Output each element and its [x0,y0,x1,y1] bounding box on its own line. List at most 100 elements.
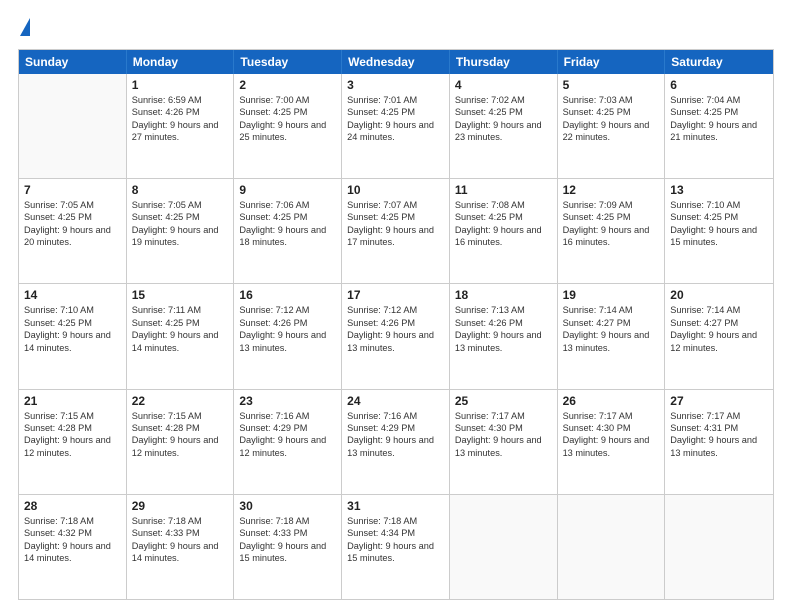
calendar-cell-r2c0: 14Sunrise: 7:10 AMSunset: 4:25 PMDayligh… [19,284,127,388]
cell-info-line: Sunset: 4:30 PM [563,422,660,434]
cell-info-line: Sunrise: 7:12 AM [239,304,336,316]
day-number: 9 [239,183,336,197]
cell-info-line: Daylight: 9 hours and 25 minutes. [239,119,336,144]
cell-info-line: Sunrise: 7:10 AM [670,199,768,211]
cell-info-line: Sunrise: 7:12 AM [347,304,444,316]
calendar-cell-r1c6: 13Sunrise: 7:10 AMSunset: 4:25 PMDayligh… [665,179,773,283]
cell-info-line: Sunset: 4:26 PM [132,106,229,118]
day-number: 30 [239,499,336,513]
cell-info-line: Sunrise: 7:18 AM [132,515,229,527]
day-number: 6 [670,78,768,92]
cell-info-line: Sunset: 4:25 PM [24,317,121,329]
header-cell-wednesday: Wednesday [342,50,450,74]
cell-info-line: Sunrise: 6:59 AM [132,94,229,106]
cell-info-line: Daylight: 9 hours and 16 minutes. [455,224,552,249]
calendar-cell-r4c4 [450,495,558,599]
calendar: SundayMondayTuesdayWednesdayThursdayFrid… [18,49,774,600]
calendar-cell-r0c0 [19,74,127,178]
day-number: 4 [455,78,552,92]
calendar-cell-r0c1: 1 Sunrise: 6:59 AMSunset: 4:26 PMDaylight… [127,74,235,178]
day-number: 31 [347,499,444,513]
calendar-cell-r0c4: 4Sunrise: 7:02 AMSunset: 4:25 PMDaylight… [450,74,558,178]
cell-info-line: Sunrise: 7:07 AM [347,199,444,211]
calendar-row-3: 21Sunrise: 7:15 AMSunset: 4:28 PMDayligh… [19,390,773,495]
cell-info-line: Sunrise: 7:16 AM [239,410,336,422]
day-number: 26 [563,394,660,408]
cell-info-line: Sunrise: 7:04 AM [670,94,768,106]
cell-info-line: Sunset: 4:25 PM [239,106,336,118]
calendar-body: 1Sunrise: 6:59 AMSunset: 4:26 PMDaylight… [19,74,773,599]
header-cell-saturday: Saturday [665,50,773,74]
cell-info-line: Sunrise: 7:14 AM [670,304,768,316]
cell-info-line: Sunrise: 7:18 AM [239,515,336,527]
cell-info-line: Sunset: 4:26 PM [347,317,444,329]
calendar-row-1: 7Sunrise: 7:05 AMSunset: 4:25 PMDaylight… [19,179,773,284]
calendar-cell-r2c3: 17Sunrise: 7:12 AMSunset: 4:26 PMDayligh… [342,284,450,388]
cell-info-line: Daylight: 9 hours and 18 minutes. [239,224,336,249]
cell-info-line: Sunset: 4:27 PM [670,317,768,329]
logo-text [18,18,30,39]
cell-info-line: Sunset: 4:25 PM [347,211,444,223]
cell-info-line: Sunset: 4:28 PM [24,422,121,434]
cell-info-line: Daylight: 9 hours and 13 minutes. [563,434,660,459]
day-number: 14 [24,288,121,302]
header-cell-tuesday: Tuesday [234,50,342,74]
calendar-cell-r0c3: 3Sunrise: 7:01 AMSunset: 4:25 PMDaylight… [342,74,450,178]
cell-info-line: Daylight: 9 hours and 23 minutes. [455,119,552,144]
day-number: 25 [455,394,552,408]
cell-info-line: Sunset: 4:25 PM [132,317,229,329]
cell-info-line: Daylight: 9 hours and 27 minutes. [132,119,229,144]
day-number: 17 [347,288,444,302]
day-number: 19 [563,288,660,302]
cell-info-line: Sunset: 4:26 PM [455,317,552,329]
cell-info-line: Sunrise: 7:13 AM [455,304,552,316]
cell-info-line: Daylight: 9 hours and 20 minutes. [24,224,121,249]
calendar-cell-r1c2: 9Sunrise: 7:06 AMSunset: 4:25 PMDaylight… [234,179,342,283]
day-number: 3 [347,78,444,92]
cell-info-line: Sunset: 4:28 PM [132,422,229,434]
day-number: 16 [239,288,336,302]
cell-info-line: Sunrise: 7:16 AM [347,410,444,422]
day-number: 28 [24,499,121,513]
calendar-cell-r0c6: 6Sunrise: 7:04 AMSunset: 4:25 PMDaylight… [665,74,773,178]
cell-info-line: Sunrise: 7:15 AM [24,410,121,422]
cell-info-line: Sunset: 4:25 PM [347,106,444,118]
calendar-row-4: 28Sunrise: 7:18 AMSunset: 4:32 PMDayligh… [19,495,773,599]
day-number: 24 [347,394,444,408]
cell-info-line: Sunset: 4:33 PM [239,527,336,539]
cell-info-line: Sunrise: 7:17 AM [455,410,552,422]
calendar-row-0: 1Sunrise: 6:59 AMSunset: 4:26 PMDaylight… [19,74,773,179]
page: SundayMondayTuesdayWednesdayThursdayFrid… [0,0,792,612]
cell-info-line: Sunset: 4:29 PM [239,422,336,434]
day-number: 22 [132,394,229,408]
cell-info-line: Sunset: 4:29 PM [347,422,444,434]
calendar-cell-r2c6: 20Sunrise: 7:14 AMSunset: 4:27 PMDayligh… [665,284,773,388]
cell-info-line: Daylight: 9 hours and 14 minutes. [132,329,229,354]
cell-info-line: Sunrise: 7:15 AM [132,410,229,422]
calendar-cell-r3c6: 27Sunrise: 7:17 AMSunset: 4:31 PMDayligh… [665,390,773,494]
cell-info-line: Sunset: 4:25 PM [563,106,660,118]
calendar-cell-r3c3: 24Sunrise: 7:16 AMSunset: 4:29 PMDayligh… [342,390,450,494]
cell-info-line: Sunrise: 7:11 AM [132,304,229,316]
day-number: 12 [563,183,660,197]
day-number: 2 [239,78,336,92]
cell-info-line: Sunrise: 7:09 AM [563,199,660,211]
day-number: 11 [455,183,552,197]
day-number: 29 [132,499,229,513]
cell-info-line: Sunset: 4:32 PM [24,527,121,539]
day-number: 1 [132,78,229,92]
cell-info-line: Daylight: 9 hours and 13 minutes. [239,329,336,354]
calendar-cell-r2c5: 19Sunrise: 7:14 AMSunset: 4:27 PMDayligh… [558,284,666,388]
cell-info-line: Sunrise: 7:02 AM [455,94,552,106]
cell-info-line: Daylight: 9 hours and 24 minutes. [347,119,444,144]
cell-info-line: Sunset: 4:34 PM [347,527,444,539]
cell-info-line: Sunrise: 7:18 AM [347,515,444,527]
cell-info-line: Sunset: 4:25 PM [670,211,768,223]
cell-info-line: Sunset: 4:25 PM [455,211,552,223]
cell-info-line: Daylight: 9 hours and 13 minutes. [563,329,660,354]
cell-info-line: Sunset: 4:30 PM [455,422,552,434]
cell-info-line: Daylight: 9 hours and 13 minutes. [455,434,552,459]
calendar-cell-r1c5: 12Sunrise: 7:09 AMSunset: 4:25 PMDayligh… [558,179,666,283]
day-number: 20 [670,288,768,302]
cell-info-line: Daylight: 9 hours and 15 minutes. [670,224,768,249]
